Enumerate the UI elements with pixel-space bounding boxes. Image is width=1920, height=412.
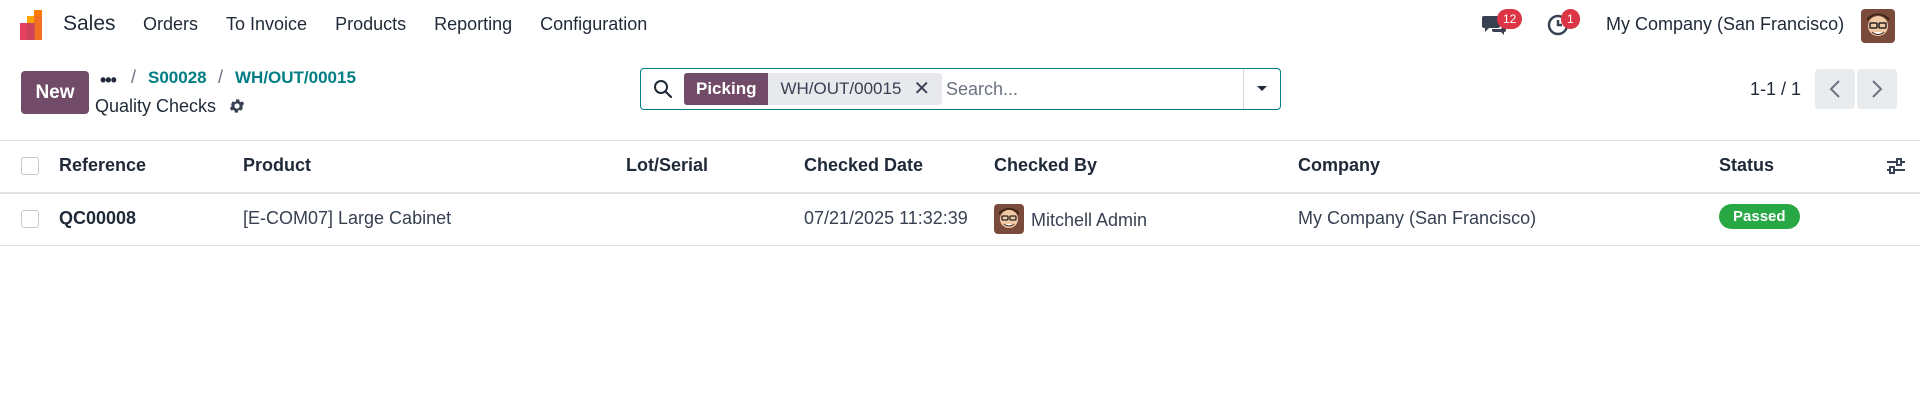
company-switcher[interactable]: My Company (San Francisco) xyxy=(1606,14,1844,35)
menu-item-products[interactable]: Products xyxy=(335,14,406,35)
column-header-product[interactable]: Product xyxy=(243,155,311,176)
search-facet: Picking WH/OUT/00015 ✕ xyxy=(684,73,943,105)
page-title: Quality Checks xyxy=(95,96,217,116)
caret-down-icon xyxy=(1257,86,1267,91)
column-header-lot-serial[interactable]: Lot/Serial xyxy=(626,155,708,176)
menu-item-orders[interactable]: Orders xyxy=(143,14,198,35)
chat-count-badge: 12 xyxy=(1497,9,1523,29)
pager-value[interactable]: 1-1 / 1 xyxy=(1750,79,1801,100)
menu-item-to-invoice[interactable]: To Invoice xyxy=(226,14,307,35)
breadcrumb-sale-order[interactable]: S00028 xyxy=(148,68,207,88)
cell-checked-by: Mitchell Admin xyxy=(1031,210,1148,230)
breadcrumb-separator: / xyxy=(131,67,137,87)
status-badge: Passed xyxy=(1719,204,1800,229)
search-input[interactable] xyxy=(946,74,1236,104)
new-button[interactable]: New xyxy=(21,71,89,114)
user-avatar[interactable] xyxy=(1861,9,1895,43)
breadcrumb-separator: / xyxy=(218,67,224,87)
close-icon[interactable]: ✕ xyxy=(913,73,930,105)
breadcrumb-picking[interactable]: WH/OUT/00015 xyxy=(235,68,356,88)
cell-checked-date: 07/21/2025 11:32:39 xyxy=(804,208,968,228)
table-header: Reference Product Lot/Serial Checked Dat… xyxy=(0,141,1920,192)
chevron-right-icon xyxy=(1872,80,1883,98)
pager-previous-button[interactable] xyxy=(1815,69,1855,109)
breadcrumb-more-button[interactable]: ••• xyxy=(100,70,117,91)
row-checkbox[interactable] xyxy=(21,210,39,228)
main-menu: Orders To Invoice Products Reporting Con… xyxy=(143,14,675,35)
menu-item-configuration[interactable]: Configuration xyxy=(540,14,647,35)
column-header-reference[interactable]: Reference xyxy=(59,155,146,176)
top-navbar: Sales Orders To Invoice Products Reporti… xyxy=(0,0,1920,50)
facet-value-wrap: WH/OUT/00015 ✕ xyxy=(768,73,943,105)
sliders-icon[interactable] xyxy=(1886,156,1906,176)
select-all-checkbox[interactable] xyxy=(21,157,39,175)
column-header-status[interactable]: Status xyxy=(1719,155,1774,176)
cell-company: My Company (San Francisco) xyxy=(1298,208,1537,228)
column-header-checked-by[interactable]: Checked By xyxy=(994,155,1097,176)
facet-label: Picking xyxy=(684,73,769,105)
cell-product: [E-COM07] Large Cabinet xyxy=(243,208,452,228)
facet-value: WH/OUT/00015 xyxy=(780,79,902,98)
column-header-checked-date[interactable]: Checked Date xyxy=(804,155,923,176)
pager-next-button[interactable] xyxy=(1857,69,1897,109)
gear-icon[interactable] xyxy=(228,97,246,115)
search-bar: Picking WH/OUT/00015 ✕ xyxy=(640,68,1281,110)
table-row[interactable]: QC00008 [E-COM07] Large Cabinet 07/21/20… xyxy=(0,194,1920,246)
table-row-divider xyxy=(0,245,1920,246)
activity-count-badge: 1 xyxy=(1561,9,1580,29)
sales-app-logo-icon[interactable] xyxy=(20,10,50,40)
avatar xyxy=(994,204,1024,234)
search-icon[interactable] xyxy=(653,79,673,99)
column-header-company[interactable]: Company xyxy=(1298,155,1380,176)
app-name[interactable]: Sales xyxy=(63,12,116,36)
search-options-toggle[interactable] xyxy=(1243,69,1280,109)
menu-item-reporting[interactable]: Reporting xyxy=(434,14,512,35)
cell-reference: QC00008 xyxy=(59,208,137,228)
chevron-left-icon xyxy=(1829,80,1840,98)
